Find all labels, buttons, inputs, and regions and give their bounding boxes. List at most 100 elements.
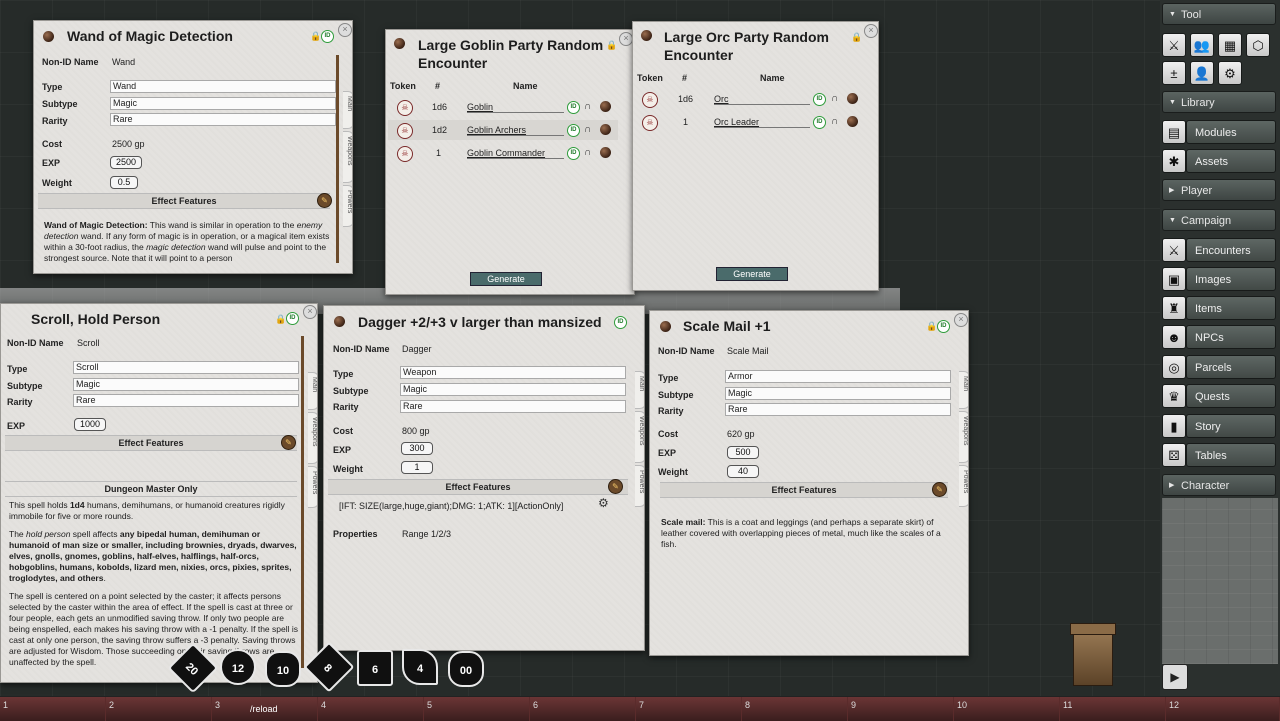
subtype-field[interactable]: Magic <box>725 387 951 400</box>
hotkey-slot[interactable]: 2 <box>106 697 212 721</box>
table-row[interactable]: ☠ 1 Goblin Commander ID ∩ <box>388 143 618 163</box>
options-gear-icon[interactable]: ⚙ <box>1218 61 1242 85</box>
nonid-value[interactable]: Dagger <box>402 344 432 354</box>
sidebar-item-encounters[interactable]: Encounters <box>1186 238 1276 262</box>
table-row[interactable]: ☠ 1d2 Goblin Archers ID ∩ <box>388 120 618 140</box>
tab-weapons[interactable]: Weapons <box>959 411 968 463</box>
cost-value[interactable]: 620 gp <box>727 429 755 439</box>
id-icon[interactable]: ID <box>321 30 334 43</box>
parcels-icon[interactable]: ◎ <box>1162 355 1186 379</box>
close-icon[interactable]: × <box>954 313 968 327</box>
weight-field[interactable]: 40 <box>727 465 759 478</box>
link-bullet-icon[interactable] <box>847 116 858 127</box>
edit-effects-icon[interactable]: ✎ <box>932 482 947 497</box>
rarity-field[interactable]: Rare <box>110 113 336 126</box>
link-bullet-icon[interactable] <box>600 124 611 135</box>
close-icon[interactable]: × <box>864 24 878 38</box>
hotkey-slot[interactable]: 5 <box>424 697 530 721</box>
sword-icon[interactable]: ⚔ <box>1162 33 1186 57</box>
nonid-value[interactable]: Wand <box>112 57 135 67</box>
tab-weapons[interactable]: Weapons <box>308 412 317 464</box>
subtype-field[interactable]: Magic <box>73 378 299 391</box>
faction-icon[interactable]: ∩ <box>831 93 841 104</box>
party-icon[interactable]: 👥 <box>1190 33 1214 57</box>
play-icon[interactable]: ▶ <box>1162 664 1188 690</box>
table-row[interactable]: ☠ 1d6 Orc ID ∩ <box>635 89 865 109</box>
cost-value[interactable]: 2500 gp <box>112 139 145 149</box>
sidebar-item-npcs[interactable]: NPCs <box>1186 325 1276 349</box>
close-icon[interactable]: × <box>338 23 352 37</box>
id-icon[interactable]: ID <box>614 316 627 329</box>
nonid-value[interactable]: Scroll <box>77 338 100 348</box>
properties-value[interactable]: Range 1/2/3 <box>402 529 451 539</box>
sidebar-item-items[interactable]: Items <box>1186 296 1276 320</box>
id-icon[interactable]: ID <box>286 312 299 325</box>
story-icon[interactable]: ▮ <box>1162 414 1186 438</box>
sidebar-item-story[interactable]: Story <box>1186 414 1276 438</box>
encounters-icon[interactable]: ⚔ <box>1162 238 1186 262</box>
id-icon[interactable]: ID <box>567 124 580 137</box>
row-count[interactable]: 1 <box>683 117 688 127</box>
item-window-scalemail[interactable]: Scale Mail +1 🔒 ID × Non-ID Name Scale M… <box>649 310 969 656</box>
link-bullet-icon[interactable] <box>600 147 611 158</box>
row-name-link[interactable]: Goblin <box>467 102 493 112</box>
row-name-link[interactable]: Goblin Commander <box>467 148 545 158</box>
lock-icon[interactable]: 🔒 <box>851 32 862 42</box>
token-icon[interactable]: ☠ <box>397 146 413 162</box>
tab-weapons[interactable]: Weapons <box>343 131 352 183</box>
generate-button[interactable]: Generate <box>470 272 542 286</box>
row-count[interactable]: 1d2 <box>432 125 447 135</box>
lock-icon[interactable]: 🔒 <box>926 321 937 331</box>
hotkey-slot[interactable]: 7 <box>636 697 742 721</box>
row-name-link[interactable]: Orc Leader <box>714 117 759 127</box>
link-bullet-icon[interactable] <box>847 93 858 104</box>
sidebar-item-assets[interactable]: Assets <box>1186 149 1276 173</box>
hotkey-slot[interactable]: 6 <box>530 697 636 721</box>
players-icon[interactable]: 👤 <box>1190 61 1214 85</box>
scrollbar[interactable] <box>336 55 339 263</box>
sidebar-item-images[interactable]: Images <box>1186 267 1276 291</box>
hotkey-slot[interactable]: 8 <box>742 697 848 721</box>
exp-field[interactable]: 2500 <box>110 156 142 169</box>
item-window-wand[interactable]: Wand of Magic Detection 🔒 ID × Non-ID Na… <box>33 20 353 274</box>
exp-field[interactable]: 1000 <box>74 418 106 431</box>
sidebar-item-tables[interactable]: Tables <box>1186 443 1276 467</box>
id-icon[interactable]: ID <box>813 93 826 106</box>
item-window-dagger[interactable]: Dagger +2/+3 v larger than mansized ID N… <box>323 305 645 651</box>
die-d10[interactable]: 10 <box>265 651 301 687</box>
faction-icon[interactable]: ∩ <box>831 116 841 127</box>
sidebar-header-player[interactable]: Player <box>1162 179 1276 202</box>
images-icon[interactable]: ▣ <box>1162 267 1186 291</box>
modifier-icon[interactable]: ± <box>1162 61 1186 85</box>
subtype-field[interactable]: Magic <box>110 97 336 110</box>
rarity-field[interactable]: Rare <box>725 403 951 416</box>
dice-tower[interactable] <box>1070 623 1116 686</box>
sidebar-item-modules[interactable]: Modules <box>1186 120 1276 144</box>
token-icon[interactable]: ☠ <box>642 92 658 108</box>
modules-icon[interactable]: ▤ <box>1162 120 1186 144</box>
tab-powers[interactable]: Powers <box>959 465 968 507</box>
row-name-link[interactable]: Orc <box>714 94 729 104</box>
hotkey-slot[interactable]: 4 <box>318 697 424 721</box>
rarity-field[interactable]: Rare <box>73 394 299 407</box>
quests-icon[interactable]: ♛ <box>1162 384 1186 408</box>
type-field[interactable]: Weapon <box>400 366 626 379</box>
weight-field[interactable]: 0.5 <box>110 176 138 189</box>
table-row[interactable]: ☠ 1d6 Goblin ID ∩ <box>388 97 618 117</box>
faction-icon[interactable]: ∩ <box>584 147 594 158</box>
close-icon[interactable]: × <box>619 32 633 46</box>
calendar-icon[interactable]: ▦ <box>1218 33 1242 57</box>
sidebar-header-campaign[interactable]: Campaign <box>1162 209 1276 232</box>
close-icon[interactable]: × <box>303 305 317 319</box>
tab-main[interactable]: Main <box>343 91 352 129</box>
cost-value[interactable]: 800 gp <box>402 426 430 436</box>
lock-icon[interactable]: 🔒 <box>310 31 321 41</box>
type-field[interactable]: Scroll <box>73 361 299 374</box>
tab-main[interactable]: Main <box>308 372 317 410</box>
hotkey-slot[interactable]: 10 <box>954 697 1060 721</box>
generate-button[interactable]: Generate <box>716 267 788 281</box>
row-count[interactable]: 1d6 <box>432 102 447 112</box>
type-field[interactable]: Wand <box>110 80 336 93</box>
token-icon[interactable]: ☠ <box>397 123 413 139</box>
id-icon[interactable]: ID <box>567 101 580 114</box>
